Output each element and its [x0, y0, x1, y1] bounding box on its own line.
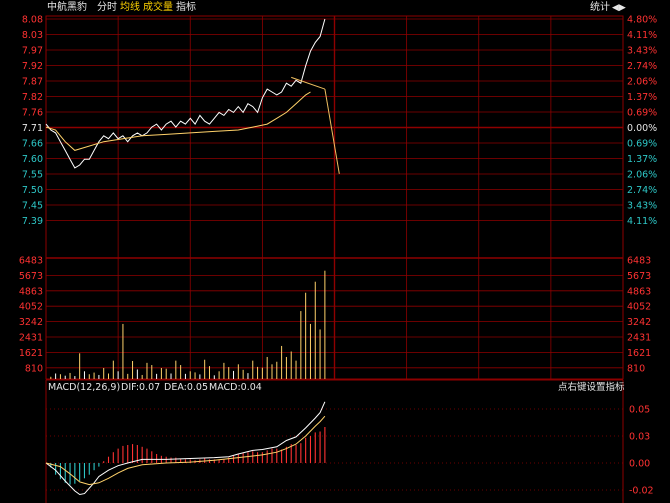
- volume-tick-label: 2431: [19, 333, 43, 344]
- settings-hint[interactable]: 点右键设置指标: [558, 381, 625, 393]
- percent-tick-label: 0.00%: [627, 123, 657, 134]
- price-axis-labels: 8.08 4.80% 8.03 4.11% 7.97 3.43% 7.92 2.74% 7.87…: [22, 15, 657, 228]
- volume-tick-label: 6483: [627, 256, 651, 267]
- price-tick-label: 7.92: [22, 61, 43, 72]
- macd-tick-label: 0.03: [629, 432, 650, 443]
- price-tick-label: 7.82: [22, 92, 43, 103]
- percent-tick-label: 2.06%: [627, 77, 657, 88]
- percent-tick-label: 2.74%: [627, 61, 657, 72]
- volume-tick-label: 5673: [627, 271, 651, 282]
- macd-tick-label: 0.05: [629, 405, 650, 416]
- percent-tick-label: 0.69%: [627, 108, 657, 119]
- price-tick-label: 7.39: [22, 216, 43, 227]
- volume-tick-label: 4052: [627, 302, 651, 313]
- price-tick-label: 7.71: [22, 123, 43, 134]
- price-tick-label: 7.97: [22, 46, 43, 57]
- volume-tick-label: 1621: [627, 348, 651, 359]
- percent-tick-label: 1.37%: [627, 154, 657, 165]
- percent-tick-label: 1.37%: [627, 92, 657, 103]
- percent-tick-label: 4.11%: [627, 30, 657, 41]
- chart-lines: [45, 18, 340, 496]
- volume-tick-label: 810: [25, 363, 43, 374]
- volume-tick-label: 3242: [627, 317, 651, 328]
- macd-tick-label: -0.02: [629, 486, 654, 497]
- volume-tick-label: 4863: [627, 286, 651, 297]
- macd-tick-label: 0.00: [629, 459, 650, 470]
- price-tick-label: 8.08: [22, 15, 43, 26]
- annotation-arrow-line: [291, 76, 326, 90]
- volume-tick-label: 6483: [19, 256, 43, 267]
- price-tick-label: 7.76: [22, 108, 43, 119]
- percent-tick-label: 2.06%: [627, 170, 657, 181]
- annotation-arrow-line: [324, 89, 340, 174]
- price-tick-label: 8.03: [22, 30, 43, 41]
- macd-dif-label: DIF:0.07: [121, 382, 160, 393]
- volume-tick-label: 5673: [19, 271, 43, 282]
- percent-tick-label: 3.43%: [627, 46, 657, 57]
- volume-bars: [50, 270, 326, 379]
- volume-tick-label: 1621: [19, 348, 43, 359]
- volume-tick-label: 4863: [19, 286, 43, 297]
- percent-tick-label: 4.11%: [627, 216, 657, 227]
- macd-value-label: MACD:0.04: [209, 382, 262, 393]
- chart-grid: [45, 15, 624, 503]
- percent-tick-label: 3.43%: [627, 201, 657, 212]
- volume-tick-label: 2431: [627, 333, 651, 344]
- average-price-line: [45, 91, 311, 151]
- price-tick-label: 7.50: [22, 185, 43, 196]
- volume-tick-label: 3242: [19, 317, 43, 328]
- macd-title: MACD(12,26,9): [48, 382, 120, 393]
- volume-tick-label: 810: [627, 363, 645, 374]
- percent-tick-label: 4.80%: [627, 15, 657, 26]
- price-tick-label: 7.87: [22, 77, 43, 88]
- macd-dea-label: DEA:0.05: [164, 382, 208, 393]
- price-tick-label: 7.60: [22, 154, 43, 165]
- price-tick-label: 7.55: [22, 170, 43, 181]
- macd-axis-labels: 0.05 0.03 0.00 -0.02: [629, 405, 654, 497]
- macd-histogram: [50, 427, 326, 485]
- price-tick-label: 7.66: [22, 139, 43, 150]
- volume-tick-label: 4052: [19, 302, 43, 313]
- intraday-chart[interactable]: 8.08 4.80% 8.03 4.11% 7.97 3.43% 7.92 2.74% 7.87…: [0, 0, 670, 503]
- percent-tick-label: 0.69%: [627, 139, 657, 150]
- price-line: [45, 18, 326, 169]
- macd-dif-line: [45, 401, 326, 496]
- macd-dea-line: [45, 415, 326, 486]
- percent-tick-label: 2.74%: [627, 185, 657, 196]
- price-tick-label: 7.45: [22, 201, 43, 212]
